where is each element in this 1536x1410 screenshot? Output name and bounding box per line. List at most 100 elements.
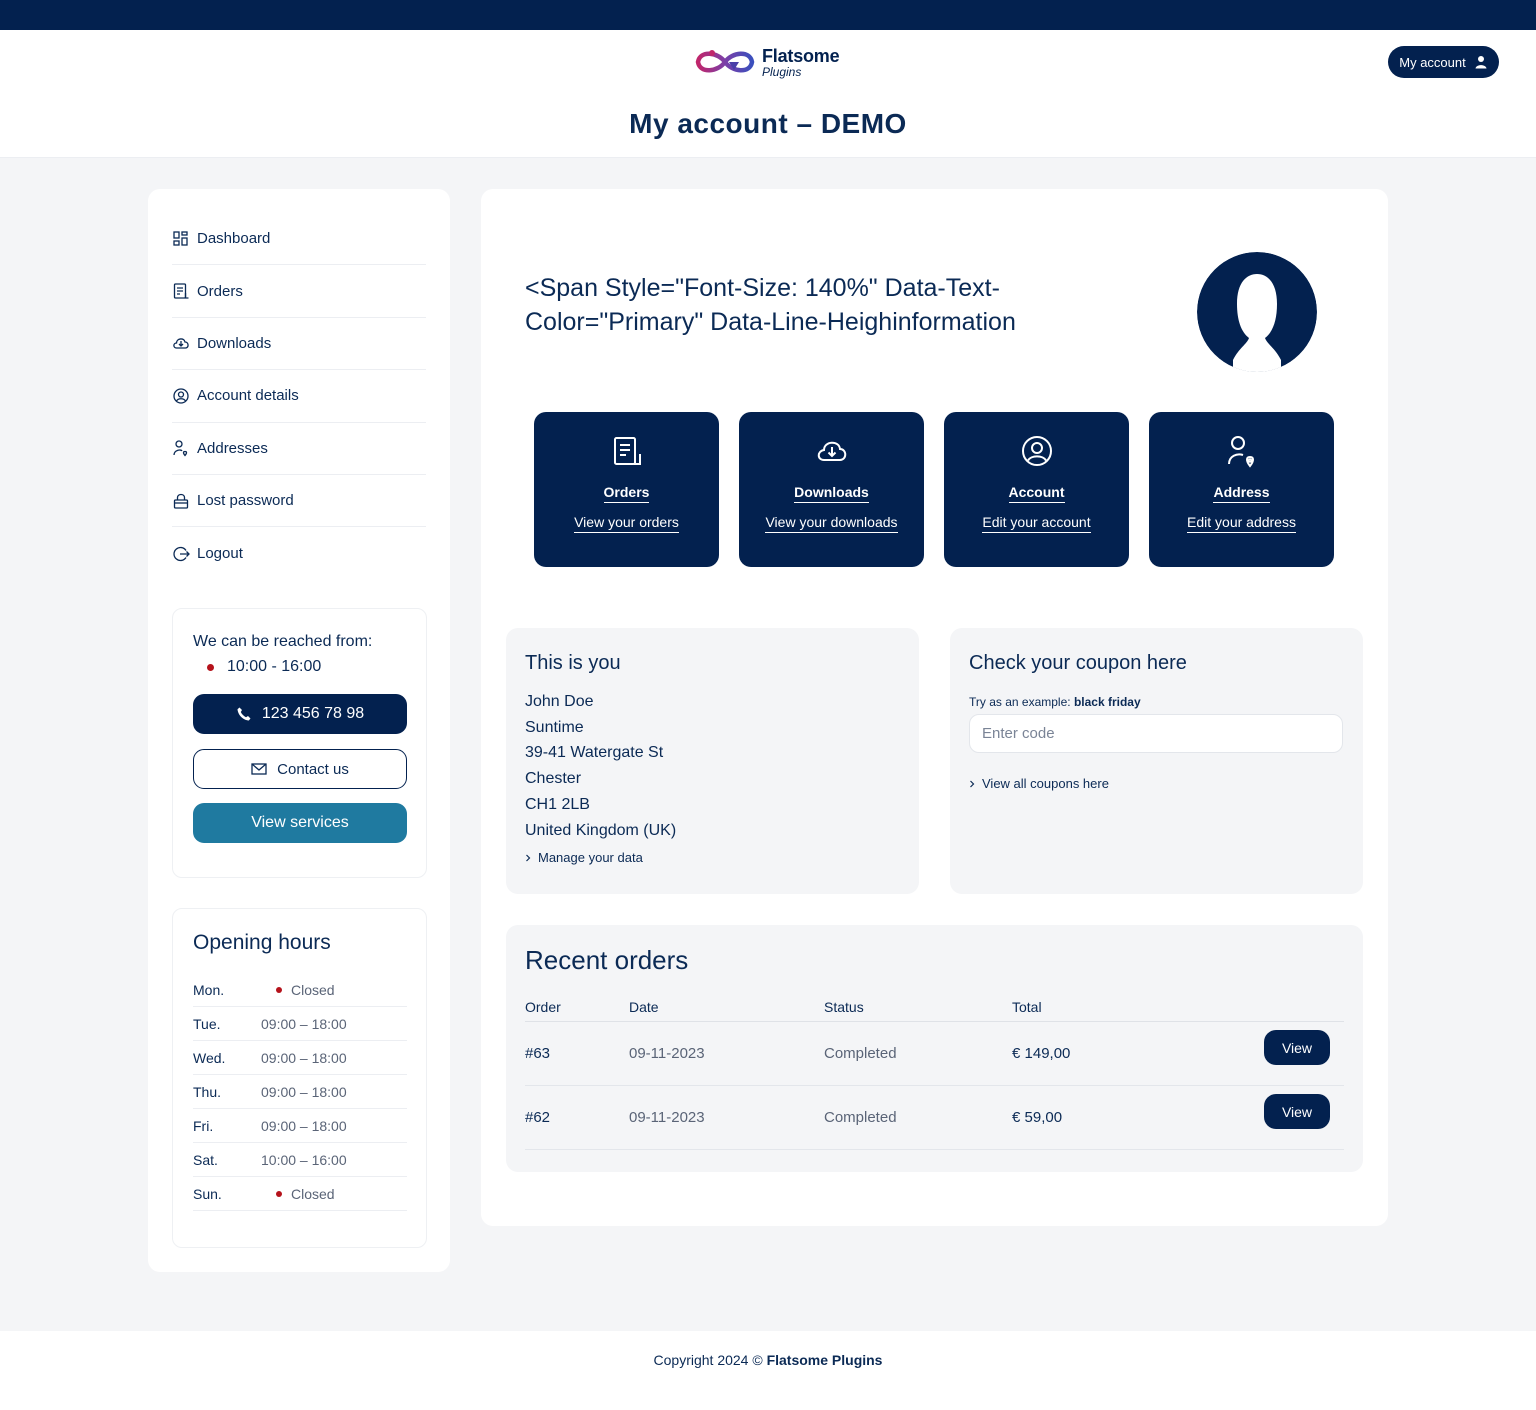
tile-subtitle: Edit your address [1149, 514, 1334, 533]
logo-icon [695, 50, 755, 73]
hours-time: 09:00 – 18:00 [261, 1015, 347, 1032]
hours-day: Wed. [193, 1049, 226, 1066]
logout-icon [173, 546, 190, 561]
view-services-button[interactable]: View services [193, 803, 407, 843]
copyright-brand: Flatsome Plugins [766, 1352, 883, 1368]
hours-time-text: Closed [291, 981, 335, 998]
address-line: Chester [525, 770, 582, 788]
view-order-button[interactable]: View [1264, 1094, 1330, 1129]
opening-hours-list: Mon. Closed Tue. 09:00 – 18:00 Wed. 09:00 –… [193, 973, 407, 1211]
nav-addresses[interactable]: Addresses [172, 423, 426, 475]
tile-downloads[interactable]: Downloads View your downloads [739, 412, 924, 567]
order-date: 09-11-2023 [629, 1045, 705, 1062]
nav-account-details[interactable]: Account details [172, 370, 426, 423]
nav-label: Logout [197, 545, 243, 563]
nav-label: Lost password [197, 492, 294, 510]
hours-time: 09:00 – 18:00 [261, 1049, 347, 1066]
nav-label: Account details [197, 387, 299, 405]
hours-day: Sun. [193, 1185, 222, 1202]
lock-icon [173, 493, 189, 509]
hours-row: Wed. 09:00 – 18:00 [193, 1041, 407, 1075]
phone-button[interactable]: 123 456 78 98 [193, 694, 407, 734]
tile-subtitle-text: Edit your address [1187, 514, 1296, 533]
hours-row: Sun. Closed [193, 1177, 407, 1211]
hours-time-text: Closed [291, 1185, 335, 1202]
order-total: € 149,00 [1012, 1045, 1071, 1062]
reach-hours-text: 10:00 - 16:00 [227, 658, 322, 675]
orders-table-header: Order Date Status Total [525, 993, 1344, 1022]
hours-time: Closed [261, 982, 335, 998]
orders-icon [173, 283, 189, 299]
orders-table: Order Date Status Total #63 09-11-2023 C… [525, 993, 1344, 1150]
coupon-example: Try as an example: black friday [969, 695, 1141, 709]
order-number: #62 [525, 1109, 551, 1126]
tile-title: Account [944, 484, 1129, 503]
address-line: 39-41 Watergate St [525, 744, 664, 762]
nav-label: Addresses [197, 439, 268, 457]
tile-account[interactable]: Account Edit your account [944, 412, 1129, 567]
opening-hours-card: Opening hours Mon. Closed Tue. 09:00 – 18:… [172, 908, 427, 1248]
downloads-icon [817, 441, 847, 461]
tile-title-text: Orders [603, 484, 650, 503]
contact-label: Contact us [277, 760, 349, 778]
my-account-button[interactable]: My account [1388, 46, 1499, 78]
account-icon [173, 388, 189, 404]
orders-icon [614, 437, 641, 465]
hours-day: Sat. [193, 1151, 218, 1168]
nav-label: Orders [197, 282, 243, 300]
nav-orders[interactable]: Orders [172, 265, 426, 318]
recent-orders-title: Recent orders [525, 945, 689, 975]
status-dot [207, 663, 214, 671]
hours-row: Tue. 09:00 – 18:00 [193, 1007, 407, 1041]
nav-logout[interactable]: Logout [172, 527, 426, 579]
coupon-card: Check your coupon here Try as an example… [950, 628, 1363, 894]
coupon-example-code: black friday [1073, 695, 1141, 709]
nav-downloads[interactable]: Downloads [172, 318, 426, 371]
table-row: #62 09-11-2023 Completed € 59,00 View [525, 1086, 1344, 1150]
site-logo[interactable]: Flatsome Plugins [692, 44, 840, 80]
tile-address[interactable]: Address Edit your address [1149, 412, 1334, 567]
hours-day: Fri. [193, 1117, 214, 1134]
chevron-right-icon [970, 780, 975, 787]
nav-dashboard[interactable]: Dashboard [172, 213, 426, 266]
coupon-title: Check your coupon here [969, 652, 1187, 674]
hours-row: Thu. 09:00 – 18:00 [193, 1075, 407, 1109]
tile-subtitle-text: Edit your account [982, 514, 1091, 533]
tile-orders[interactable]: Orders View your orders [534, 412, 719, 567]
account-nav: Dashboard Orders Downloads Account detai… [172, 213, 426, 580]
hours-row: Mon. Closed [193, 973, 407, 1007]
contact-us-button[interactable]: Contact us [193, 749, 407, 789]
sidebar: Dashboard Orders Downloads Account detai… [148, 189, 450, 1272]
address-line: John Doe [525, 693, 594, 710]
nav-label: Downloads [197, 334, 272, 352]
chevron-right-icon [526, 854, 531, 861]
coupon-code-input[interactable] [969, 714, 1343, 753]
account-icon [1022, 436, 1052, 466]
downloads-icon [173, 338, 189, 350]
user-icon [1475, 56, 1487, 69]
nav-lost-password[interactable]: Lost password [172, 475, 426, 528]
brand-sub: Plugins [762, 64, 802, 79]
order-status: Completed [824, 1045, 897, 1062]
address-line: United Kingdom (UK) [525, 821, 677, 839]
col-status: Status [824, 999, 864, 1015]
main-content: <Span Style="Font-Size: 140%" Data-Text-… [481, 189, 1388, 1226]
site-footer: Copyright 2024 © Flatsome Plugins [0, 1331, 1536, 1410]
copyright-prefix: Copyright 2024 © [653, 1352, 763, 1368]
order-total: € 59,00 [1012, 1109, 1063, 1126]
phone-number: 123 456 78 98 [261, 705, 365, 722]
view-order-button[interactable]: View [1264, 1030, 1330, 1065]
tile-title: Address [1149, 484, 1334, 503]
opening-hours-title: Opening hours [193, 931, 331, 954]
reach-label: We can be reached from: [193, 633, 373, 650]
address-line: CH1 2LB [525, 795, 590, 813]
hours-time: 09:00 – 18:00 [261, 1117, 347, 1134]
view-all-coupons-link[interactable]: View all coupons here [969, 776, 1109, 791]
manage-data-link[interactable]: Manage your data [525, 850, 643, 865]
site-header: Flatsome Plugins My account My account –… [0, 30, 1536, 158]
col-total: Total [1012, 999, 1042, 1015]
dashboard-greeting: <Span Style="Font-Size: 140%" Data-Text-… [525, 274, 1016, 336]
hours-day: Tue. [193, 1015, 221, 1032]
tile-title-text: Account [1008, 484, 1065, 503]
tile-subtitle: View your orders [534, 514, 719, 533]
